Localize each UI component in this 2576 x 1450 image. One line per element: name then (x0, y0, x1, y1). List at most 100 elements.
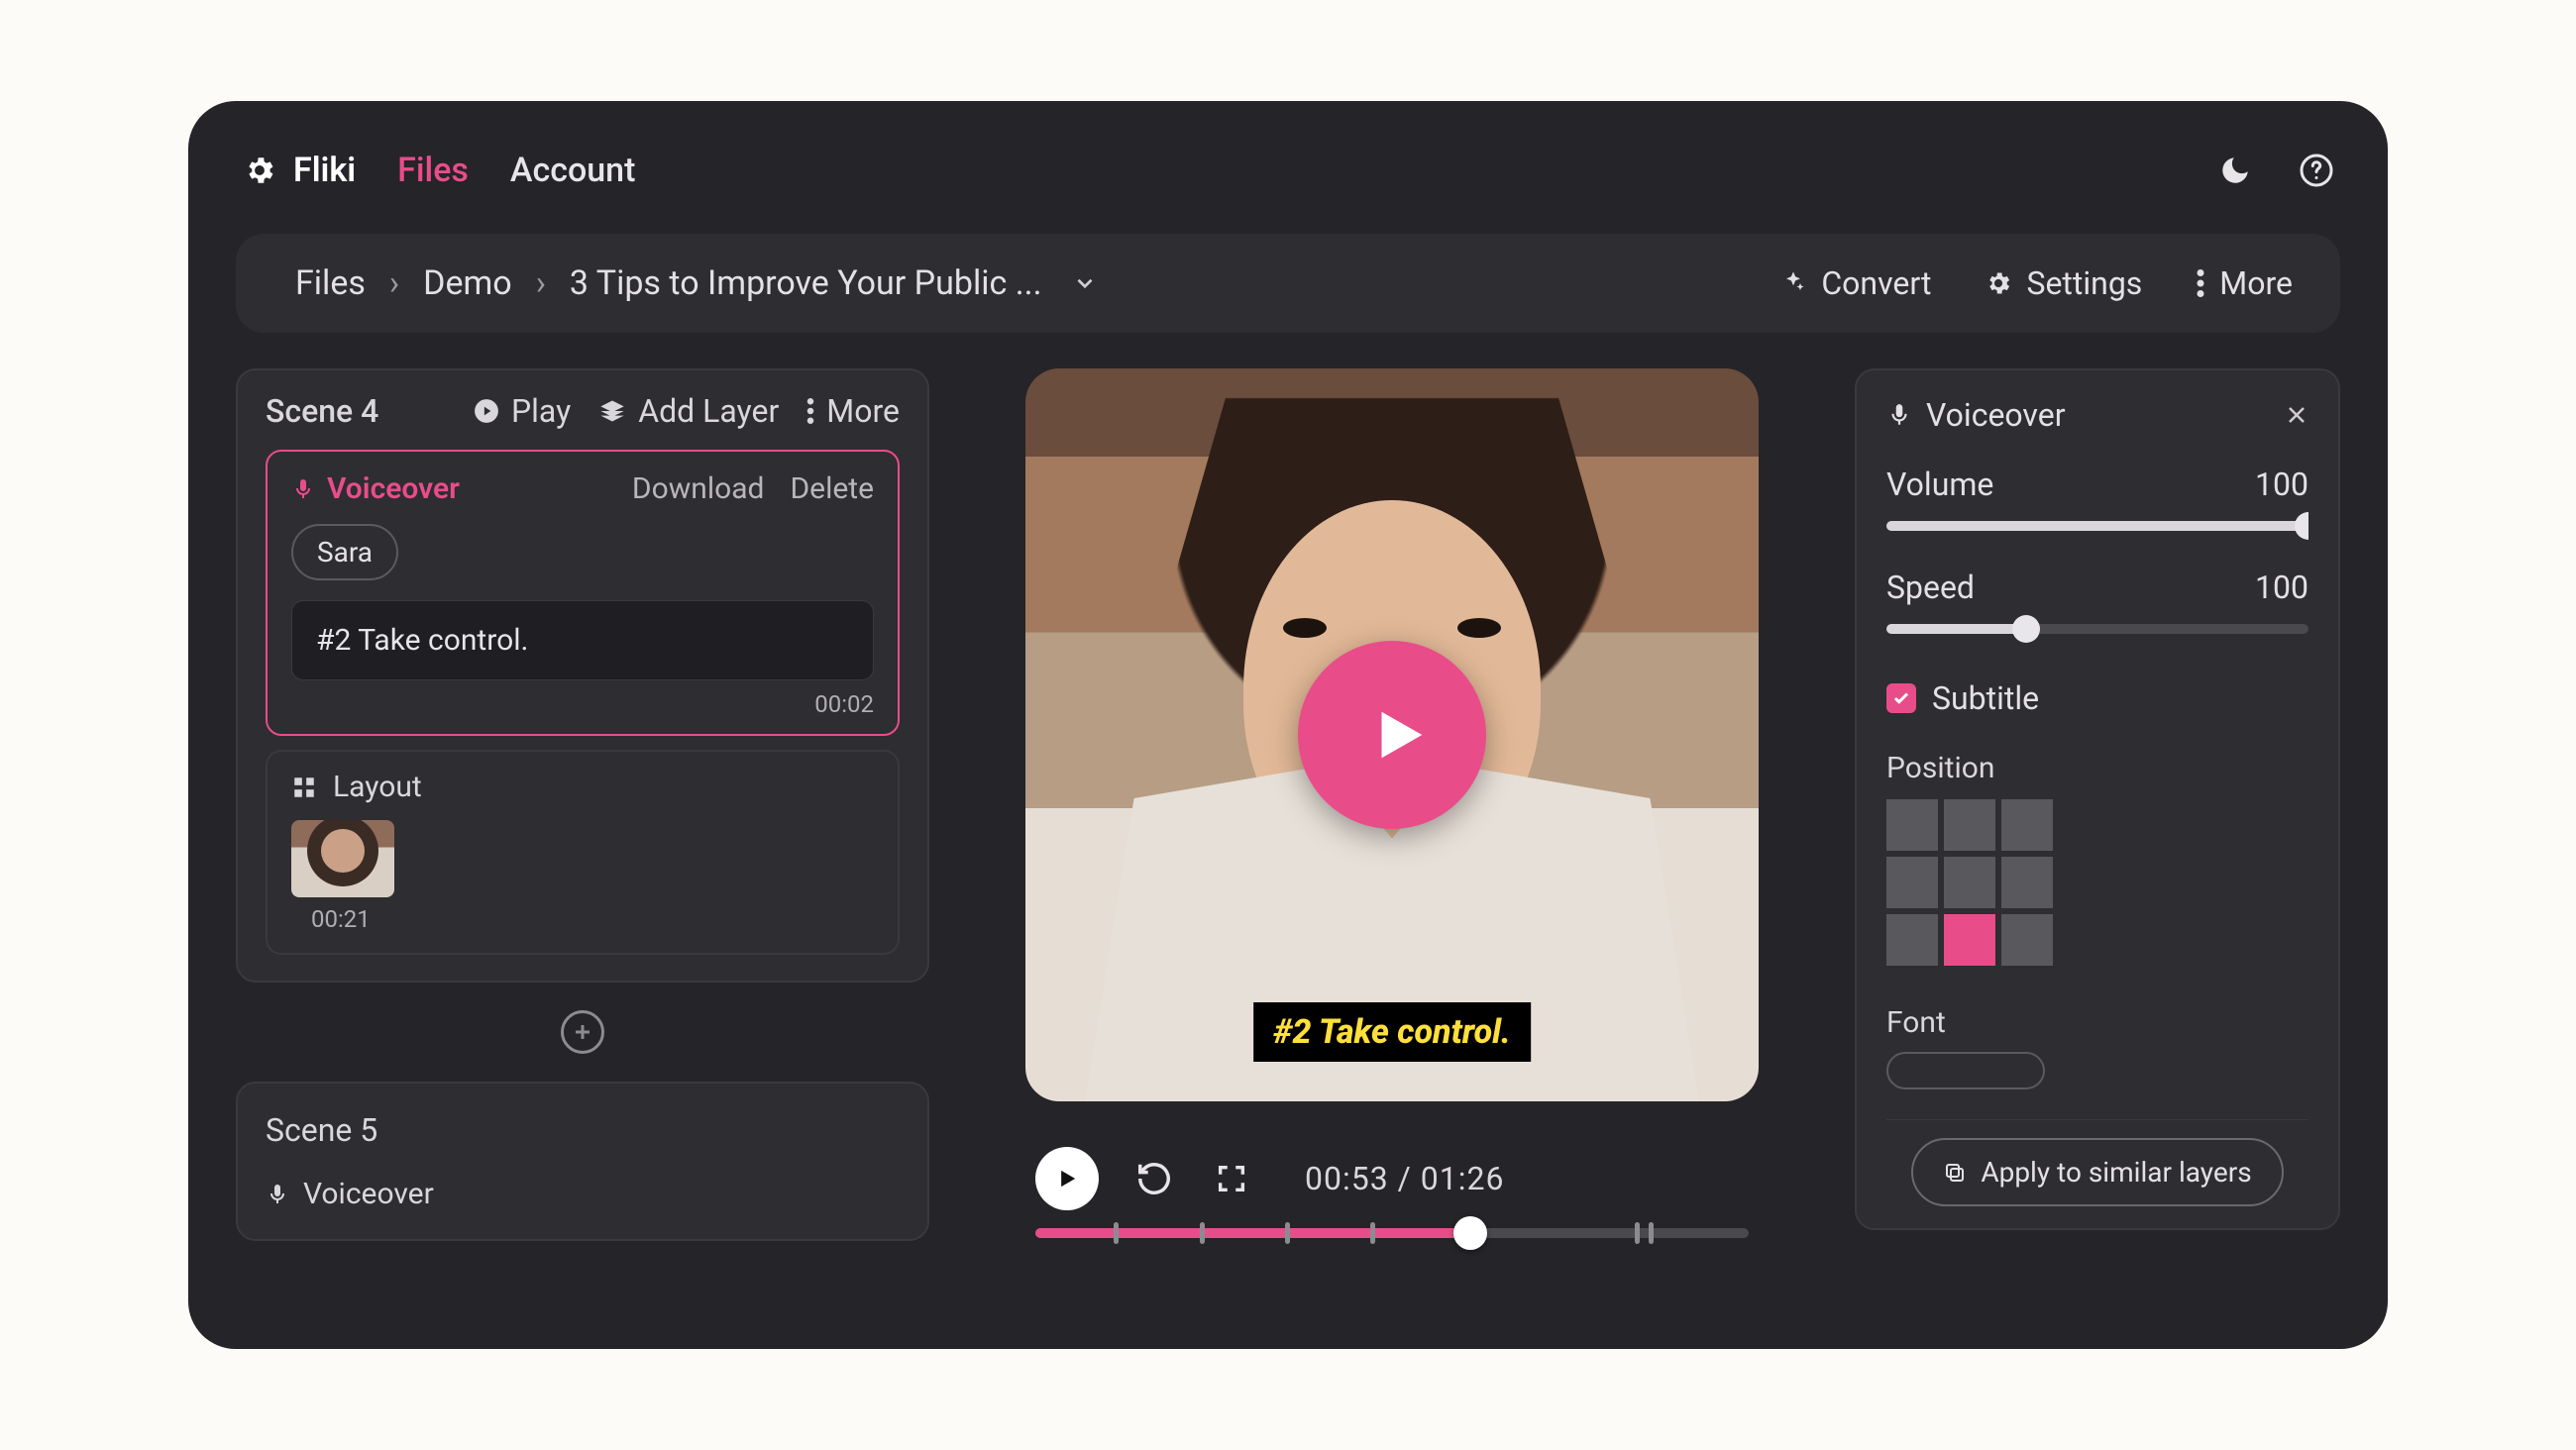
voiceover-panel-header: Voiceover (1886, 396, 2308, 434)
speed-label: Speed (1886, 569, 1975, 606)
voiceover-duration: 00:02 (291, 690, 874, 718)
help-icon[interactable] (2297, 151, 2336, 190)
speed-slider[interactable] (1886, 624, 2308, 634)
scene-5-title: Scene 5 (266, 1111, 900, 1149)
scenes-column: Scene 4 Play Add Layer More (236, 368, 929, 1349)
microphone-icon (266, 1183, 289, 1206)
panel-title: Voiceover (1926, 396, 2066, 434)
more-vertical-icon (2196, 269, 2205, 297)
voiceover-actions: Download Delete (632, 471, 874, 506)
rewind-icon (1135, 1160, 1173, 1197)
gear-icon (240, 151, 279, 190)
microphone-icon (291, 477, 315, 501)
position-middle-right[interactable] (2001, 857, 2053, 908)
speed-value: 100 (2255, 569, 2308, 606)
brand: Fliki (240, 151, 356, 190)
font-selector[interactable] (1886, 1052, 2045, 1089)
layout-block[interactable]: Layout 00:21 (266, 750, 900, 955)
breadcrumb-actions: Convert Settings More (1779, 264, 2293, 302)
breadcrumb-root[interactable]: Files (295, 263, 366, 303)
volume-slider[interactable] (1886, 521, 2308, 531)
check-icon (1892, 689, 1910, 707)
voiceover-header: Voiceover Download Delete (291, 471, 874, 506)
play-icon (1053, 1165, 1081, 1192)
voiceover-panel: Voiceover Volume 100 Speed 10 (1855, 368, 2340, 1230)
position-middle-left[interactable] (1886, 857, 1938, 908)
breadcrumb-file[interactable]: 3 Tips to Improve Your Public ... (570, 263, 1042, 303)
add-scene-button[interactable] (561, 1010, 604, 1054)
big-play-button[interactable] (1298, 641, 1486, 829)
voiceover-download[interactable]: Download (632, 471, 765, 506)
position-middle-center[interactable] (1944, 857, 1995, 908)
voiceover-block[interactable]: Voiceover Download Delete Sara #2 Take c… (266, 450, 900, 736)
scene-5-voiceover: Voiceover (266, 1177, 900, 1211)
volume-label: Volume (1886, 466, 1993, 503)
font-label: Font (1886, 1005, 2308, 1040)
chevron-right-icon: › (536, 263, 546, 303)
play-button[interactable] (1035, 1147, 1099, 1210)
moon-icon[interactable] (2215, 151, 2255, 190)
scene-5-card[interactable]: Scene 5 Voiceover (236, 1082, 929, 1241)
voiceover-title: Voiceover (291, 471, 460, 506)
player-controls: 00:53 / 01:26 (1035, 1147, 1749, 1238)
breadcrumb: Files › Demo › 3 Tips to Improve Your Pu… (295, 263, 1098, 303)
play-circle-icon (474, 398, 499, 424)
player-progress[interactable] (1035, 1228, 1749, 1238)
app-window: Fliki Files Account Files › Demo › 3 Tip… (188, 101, 2388, 1349)
voiceover-text-input[interactable]: #2 Take control. (291, 600, 874, 680)
position-top-right[interactable] (2001, 799, 2053, 851)
fullscreen-icon (1215, 1162, 1248, 1195)
layout-thumbnail[interactable] (291, 820, 394, 897)
position-bottom-right[interactable] (2001, 914, 2053, 966)
player-time: 00:53 / 01:26 (1305, 1160, 1504, 1197)
microphone-icon (1886, 402, 1912, 428)
position-label: Position (1886, 751, 2308, 785)
plus-icon (571, 1020, 594, 1044)
position-bottom-center[interactable] (1944, 914, 1995, 966)
breadcrumb-folder[interactable]: Demo (423, 263, 512, 303)
subtitle-label: Subtitle (1932, 679, 2039, 717)
apply-bar: Apply to similar layers (1886, 1119, 2308, 1228)
scene-4-title: Scene 4 (266, 392, 378, 430)
close-icon (2285, 403, 2308, 427)
progress-knob[interactable] (1453, 1216, 1487, 1250)
voiceover-delete[interactable]: Delete (790, 471, 874, 506)
properties-column: Voiceover Volume 100 Speed 10 (1855, 368, 2340, 1349)
add-layer-button[interactable]: Add Layer (598, 392, 779, 430)
nav-account[interactable]: Account (510, 151, 636, 190)
top-nav-right (2215, 151, 2336, 190)
convert-button[interactable]: Convert (1779, 264, 1931, 302)
gear-icon (1985, 269, 2012, 297)
subtitle-text: #2 Take control. (1273, 1012, 1511, 1052)
speaker-chip[interactable]: Sara (291, 524, 398, 580)
chevron-down-icon[interactable] (1072, 270, 1098, 296)
scene-4-card: Scene 4 Play Add Layer More (236, 368, 929, 983)
position-top-left[interactable] (1886, 799, 1938, 851)
speed-row: Speed 100 (1886, 569, 2308, 606)
volume-value: 100 (2255, 466, 2308, 503)
close-panel-button[interactable] (2285, 403, 2308, 427)
copy-icon (1943, 1161, 1967, 1185)
scene-4-header: Scene 4 Play Add Layer More (266, 392, 900, 430)
fullscreen-button[interactable] (1210, 1157, 1253, 1200)
subtitle-checkbox[interactable] (1886, 683, 1916, 713)
position-bottom-left[interactable] (1886, 914, 1938, 966)
more-button[interactable]: More (2196, 264, 2293, 302)
apply-similar-button[interactable]: Apply to similar layers (1911, 1138, 2283, 1206)
layers-icon (598, 397, 626, 425)
position-top-center[interactable] (1944, 799, 1995, 851)
top-nav: Fliki Files Account (236, 129, 2340, 212)
play-icon (1364, 695, 1434, 775)
brand-name: Fliki (293, 151, 356, 190)
position-grid (1886, 799, 2308, 966)
scene-more-button[interactable]: More (806, 392, 900, 430)
scene-play-button[interactable]: Play (474, 392, 571, 430)
settings-button[interactable]: Settings (1985, 264, 2142, 302)
rewind-button[interactable] (1132, 1157, 1176, 1200)
chevron-right-icon: › (389, 263, 399, 303)
more-vertical-icon (806, 398, 814, 424)
subtitle-row: Subtitle (1886, 679, 2308, 717)
sparkle-icon (1779, 269, 1807, 297)
nav-files[interactable]: Files (397, 151, 469, 190)
layout-duration: 00:21 (311, 905, 874, 933)
